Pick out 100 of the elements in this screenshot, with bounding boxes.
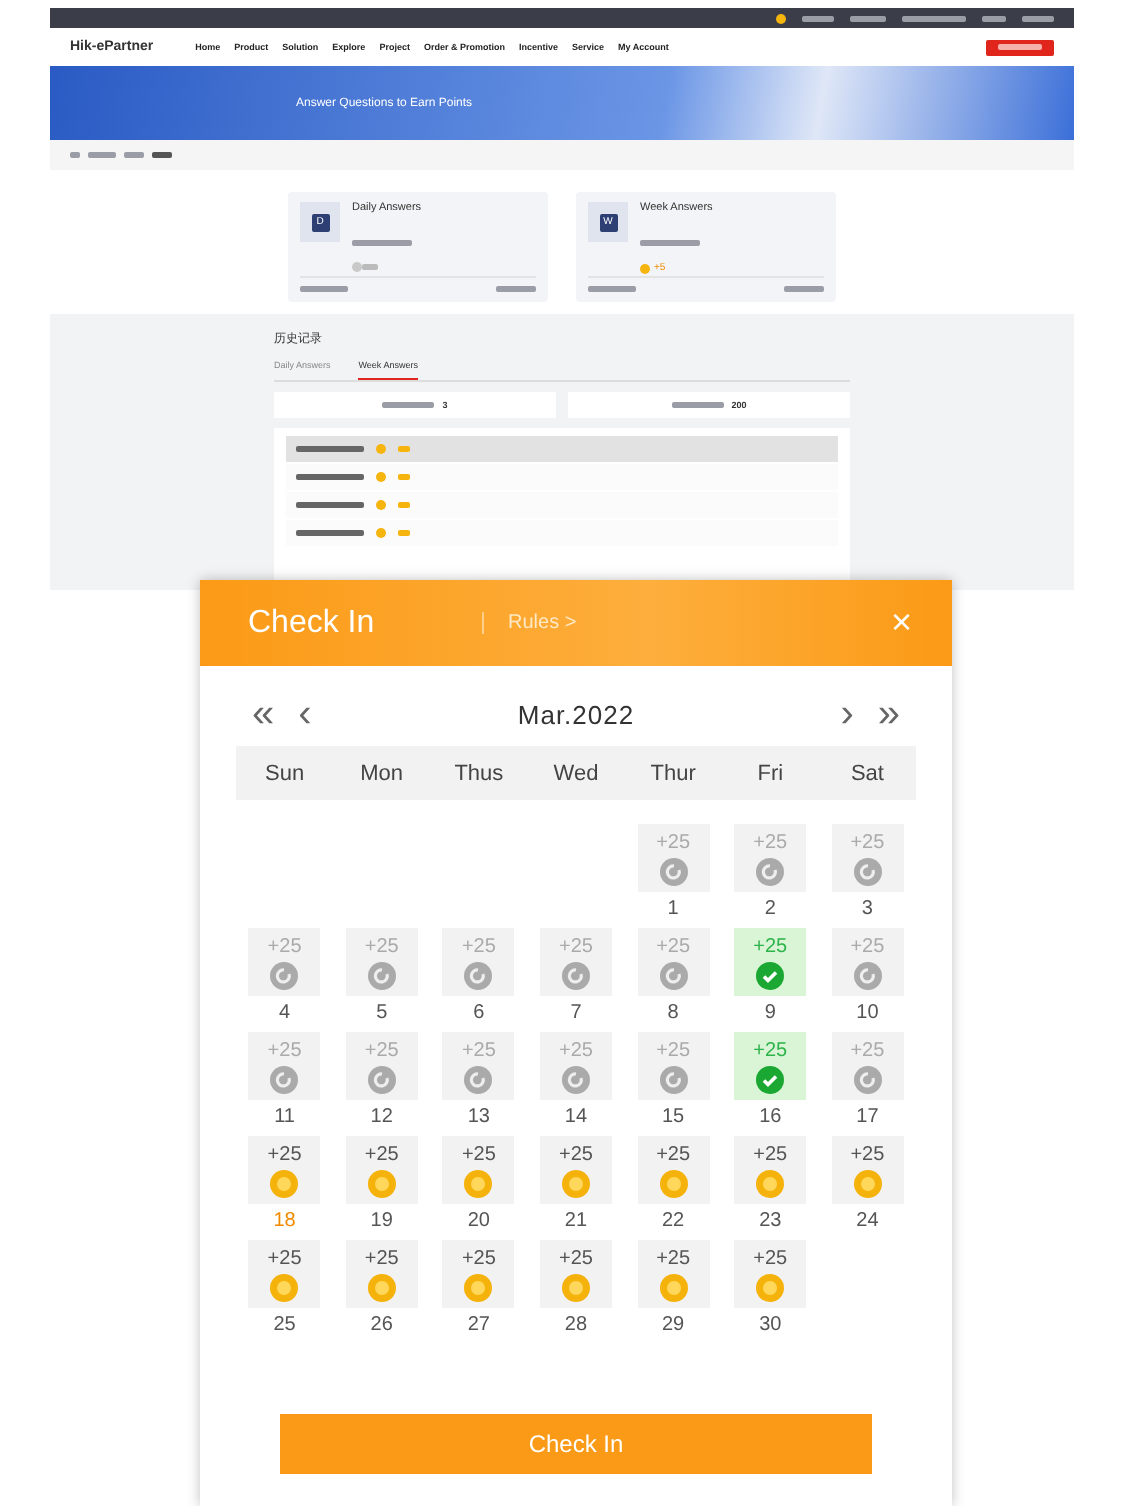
day-reward-tile[interactable]: +25 <box>734 1240 807 1308</box>
weekday-label: Fri <box>755 761 786 785</box>
refresh-icon <box>659 857 688 885</box>
day-reward-tile[interactable]: +25 <box>442 1136 515 1204</box>
header-button[interactable] <box>986 39 1054 55</box>
coin-icon <box>270 1169 299 1197</box>
day-number: 30 <box>759 1314 782 1336</box>
day-reward-tile[interactable]: +25 <box>248 1240 321 1308</box>
history-row[interactable] <box>286 464 838 490</box>
day-number: 21 <box>564 1210 588 1232</box>
points-text: +25 <box>559 935 593 957</box>
coin-icon <box>776 13 786 23</box>
day-number: 14 <box>564 1106 588 1128</box>
day-number: 19 <box>370 1210 393 1232</box>
points-text: +25 <box>364 1143 399 1165</box>
day-number: 10 <box>856 1002 879 1024</box>
refresh-icon <box>367 961 396 989</box>
check-icon <box>756 1065 785 1093</box>
refresh-icon <box>270 1065 299 1093</box>
day-number: 6 <box>473 1002 485 1024</box>
coin-icon <box>659 1169 688 1197</box>
next-month-button[interactable]: › <box>828 694 866 734</box>
day-number: 26 <box>370 1314 393 1336</box>
day-number: 7 <box>570 1002 582 1024</box>
points-text: +25 <box>850 935 885 957</box>
refresh-icon <box>853 961 882 989</box>
history-row[interactable] <box>286 436 838 462</box>
coin-icon <box>367 1273 396 1301</box>
day-number: 1 <box>667 898 679 920</box>
day-number: 22 <box>662 1210 685 1232</box>
refresh-icon <box>464 1065 493 1093</box>
points-text: +25 <box>753 1143 788 1165</box>
coin-icon <box>464 1273 493 1301</box>
refresh-icon <box>853 1065 882 1093</box>
check-icon <box>756 961 785 989</box>
day-number: 16 <box>759 1106 782 1128</box>
points-text: +25 <box>656 1247 691 1269</box>
refresh-icon <box>756 857 785 885</box>
day-number: 15 <box>662 1106 685 1128</box>
points-text: +25 <box>559 1039 593 1061</box>
points-text: +25 <box>364 1247 399 1269</box>
points-text: +25 <box>461 1247 496 1269</box>
day-number: 23 <box>759 1210 782 1232</box>
coin-icon <box>561 1273 590 1301</box>
points-text: +25 <box>267 935 302 957</box>
coin-icon <box>561 1169 590 1197</box>
day-reward-tile[interactable]: +25 <box>637 1136 710 1204</box>
coin-icon <box>659 1273 688 1301</box>
day-number: 24 <box>856 1210 879 1232</box>
previous-year-button[interactable]: « <box>240 694 287 734</box>
day-number: 8 <box>667 1002 679 1024</box>
refresh-icon <box>367 1065 396 1093</box>
next-year-button[interactable]: » <box>865 694 912 734</box>
day-reward-tile[interactable]: +25 <box>734 1136 807 1204</box>
refresh-icon <box>659 1065 688 1093</box>
history-row[interactable] <box>286 520 838 546</box>
day-reward-tile[interactable]: +25 <box>637 1240 710 1308</box>
points-text: +25 <box>753 1039 788 1061</box>
refresh-icon <box>659 961 688 989</box>
points-text: +25 <box>461 935 496 957</box>
day-number: 11 <box>274 1106 295 1128</box>
dialog-title: Check In <box>248 605 377 641</box>
points-text: +25 <box>461 1039 496 1061</box>
weekday-label: Sun <box>262 761 307 785</box>
day-number: 27 <box>467 1314 490 1336</box>
day-reward-tile[interactable]: +25 <box>539 1240 612 1308</box>
refresh-icon <box>561 961 590 989</box>
points-text: +25 <box>559 1247 593 1269</box>
day-reward-tile[interactable]: +25 <box>345 1136 418 1204</box>
coin-icon <box>756 1169 785 1197</box>
day-number: 9 <box>764 1002 776 1024</box>
points-text: +25 <box>267 1247 302 1269</box>
day-number: 29 <box>662 1314 685 1336</box>
day-number: 25 <box>273 1314 296 1336</box>
points-text: +25 <box>267 1143 302 1165</box>
refresh-icon <box>464 961 493 989</box>
day-reward-tile[interactable]: +25 <box>442 1240 515 1308</box>
day-reward-tile[interactable]: +25 <box>248 1136 321 1204</box>
points-text: +25 <box>753 1247 788 1269</box>
weekday-label: Mon <box>358 761 406 785</box>
points-text: +25 <box>753 935 788 957</box>
coin-icon <box>464 1169 493 1197</box>
history-row[interactable] <box>286 492 838 518</box>
weekday-label: Wed <box>551 761 601 785</box>
points-text: +25 <box>656 935 691 957</box>
day-reward-tile[interactable]: +25 <box>345 1240 418 1308</box>
points-text: +25 <box>850 831 885 853</box>
day-number: 5 <box>376 1002 388 1024</box>
day-reward-tile[interactable]: +25 <box>539 1136 612 1204</box>
previous-month-button[interactable]: ‹ <box>286 694 324 734</box>
coin-icon <box>853 1169 882 1197</box>
points-text: +25 <box>364 935 399 957</box>
day-number: 28 <box>564 1314 588 1336</box>
refresh-icon <box>853 857 882 885</box>
day-number: 20 <box>467 1210 490 1232</box>
day-reward-tile[interactable]: +25 <box>831 1136 904 1204</box>
coin-icon <box>270 1273 299 1301</box>
day-number: 2 <box>764 898 776 920</box>
day-number: 4 <box>279 1002 291 1024</box>
points-text: +25 <box>656 1143 691 1165</box>
